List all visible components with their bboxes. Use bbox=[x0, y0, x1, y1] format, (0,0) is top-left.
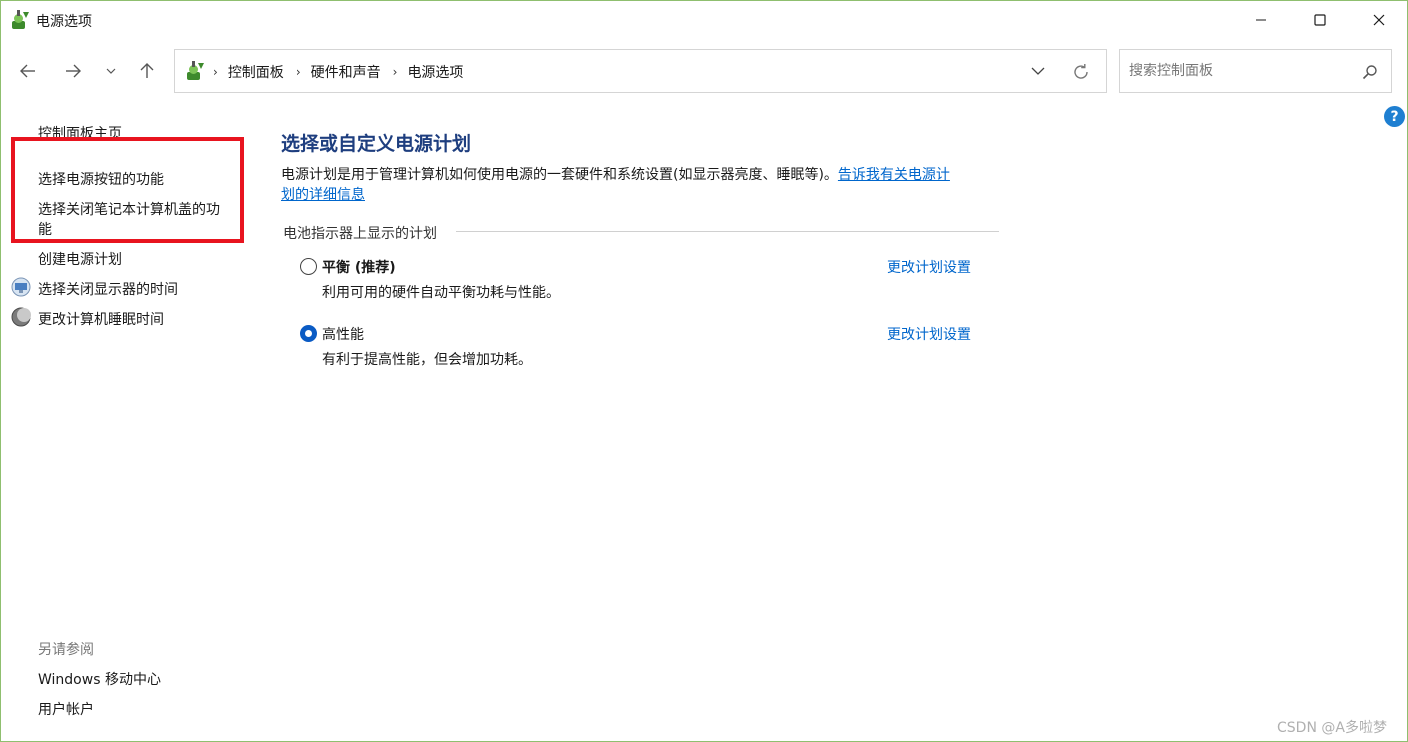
chevron-right-icon[interactable]: › bbox=[296, 65, 301, 79]
annotation-highlight-box bbox=[11, 137, 244, 243]
chevron-down-icon bbox=[1031, 67, 1045, 75]
plan-high-performance-radio[interactable] bbox=[300, 325, 317, 342]
description-text: 电源计划是用于管理计算机如何使用电源的一套硬件和系统设置(如显示器亮度、睡眠等)… bbox=[281, 167, 838, 183]
search-box[interactable] bbox=[1119, 49, 1392, 93]
sidebar-item-mobility-center[interactable]: Windows 移动中心 bbox=[38, 669, 161, 689]
back-button[interactable] bbox=[13, 57, 43, 85]
sleep-moon-icon bbox=[11, 307, 31, 327]
see-also-title: 另请参阅 bbox=[38, 642, 94, 658]
page-title: 选择或自定义电源计划 bbox=[281, 133, 472, 155]
plan-high-performance-name[interactable]: 高性能 bbox=[322, 324, 364, 344]
breadcrumb-power-options[interactable]: 电源选项 bbox=[407, 62, 463, 82]
minimize-icon bbox=[1256, 19, 1266, 21]
plan-high-performance-description: 有利于提高性能，但会增加功耗。 bbox=[322, 352, 532, 368]
close-icon bbox=[1373, 14, 1385, 26]
sidebar-item-display-off[interactable]: 选择关闭显示器的时间 bbox=[38, 279, 178, 299]
up-button[interactable] bbox=[132, 57, 162, 85]
plan-high-performance-settings-link[interactable]: 更改计划设置 bbox=[887, 324, 971, 344]
search-input[interactable] bbox=[1129, 60, 1349, 82]
close-button[interactable] bbox=[1350, 1, 1407, 39]
power-options-icon bbox=[187, 61, 204, 80]
group-label: 电池指示器上显示的计划 bbox=[283, 226, 437, 242]
address-bar[interactable]: › 控制面板 › 硬件和声音 › 电源选项 bbox=[174, 49, 1107, 93]
plan-balanced-description: 利用可用的硬件自动平衡功耗与性能。 bbox=[322, 285, 560, 301]
plan-balanced-name[interactable]: 平衡 (推荐) bbox=[322, 257, 396, 277]
plan-balanced-settings-link[interactable]: 更改计划设置 bbox=[887, 257, 971, 277]
plan-balanced-radio[interactable] bbox=[300, 258, 317, 275]
chevron-right-icon[interactable]: › bbox=[213, 65, 218, 79]
arrow-left-icon bbox=[20, 64, 35, 78]
maximize-button[interactable] bbox=[1291, 1, 1349, 39]
refresh-button[interactable] bbox=[1070, 61, 1092, 83]
sidebar-item-user-accounts[interactable]: 用户帐户 bbox=[38, 699, 94, 719]
address-dropdown-button[interactable] bbox=[1027, 61, 1049, 81]
arrow-up-icon bbox=[140, 63, 154, 78]
recent-locations-button[interactable] bbox=[97, 57, 125, 85]
sidebar-item-create-plan[interactable]: 创建电源计划 bbox=[38, 249, 122, 269]
minimize-button[interactable] bbox=[1232, 1, 1290, 39]
chevron-down-icon bbox=[106, 68, 116, 74]
title-bar: 电源选项 bbox=[1, 1, 1407, 39]
power-options-icon bbox=[12, 10, 29, 29]
learn-more-link[interactable]: 告诉我有关电源计 bbox=[838, 167, 950, 183]
help-icon[interactable]: ? bbox=[1384, 106, 1405, 127]
group-divider bbox=[456, 231, 999, 232]
breadcrumb-control-panel[interactable]: 控制面板 bbox=[228, 62, 284, 82]
sidebar-item-sleep-time[interactable]: 更改计算机睡眠时间 bbox=[38, 309, 164, 329]
page-description: 电源计划是用于管理计算机如何使用电源的一套硬件和系统设置(如显示器亮度、睡眠等)… bbox=[281, 165, 1001, 205]
search-icon[interactable] bbox=[1360, 62, 1380, 82]
power-options-window: 电源选项 › 控制面板 › 硬件和声音 › 电源选项 搜索控制面板 ? 控制面板… bbox=[0, 0, 1408, 742]
display-icon bbox=[11, 277, 31, 297]
window-title: 电源选项 bbox=[36, 14, 92, 30]
breadcrumb: › 控制面板 › 硬件和声音 › 电源选项 bbox=[213, 62, 463, 82]
watermark: CSDN @A多啦梦 bbox=[1277, 720, 1387, 736]
maximize-icon bbox=[1314, 14, 1326, 26]
arrow-right-icon bbox=[66, 64, 81, 78]
breadcrumb-hardware-sound[interactable]: 硬件和声音 bbox=[311, 62, 381, 82]
forward-button[interactable] bbox=[58, 57, 88, 85]
learn-more-link-line2[interactable]: 划的详细信息 bbox=[281, 187, 365, 203]
refresh-icon bbox=[1074, 64, 1088, 79]
chevron-right-icon[interactable]: › bbox=[393, 65, 398, 79]
